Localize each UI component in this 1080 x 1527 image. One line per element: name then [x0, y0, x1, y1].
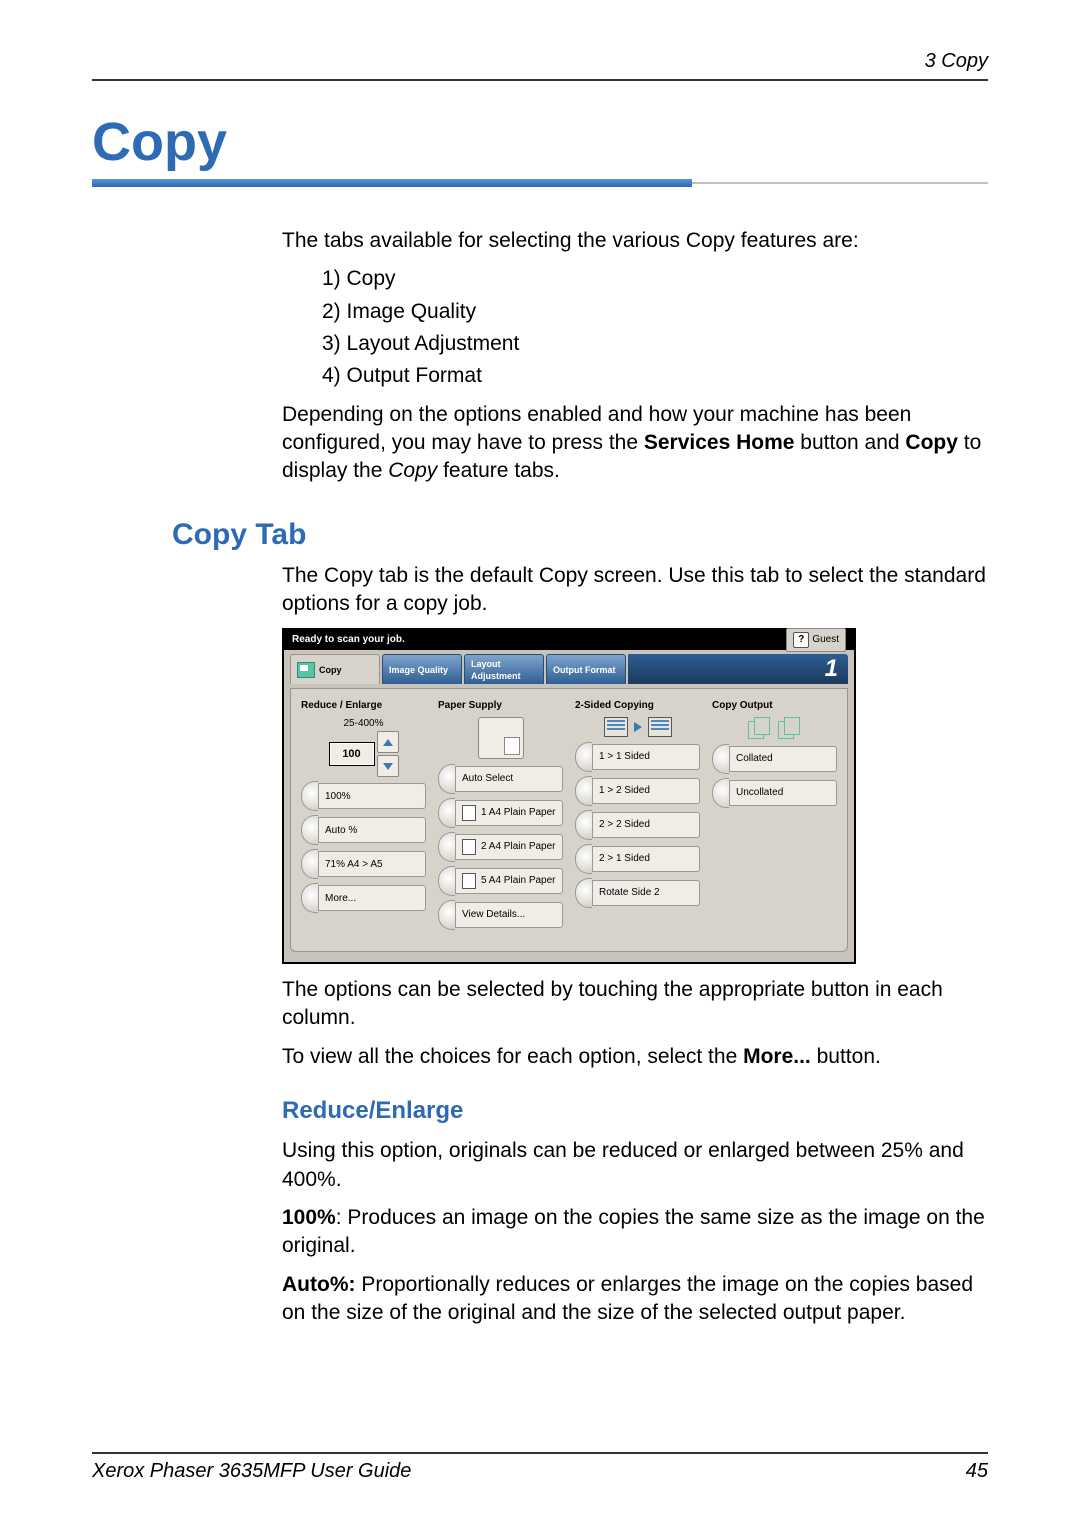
column-two-sided: 2-Sided Copying 1 > 1 Sided 1 > 2 Sided …: [575, 699, 700, 935]
page-footer: Xerox Phaser 3635MFP User Guide 45: [92, 1452, 988, 1483]
subsection-heading-reduce-enlarge: Reduce/Enlarge: [282, 1095, 988, 1127]
reduce-auto-button[interactable]: Auto %: [301, 816, 426, 844]
column-paper-supply: Paper Supply Auto Select 1 A4 Plain Pape…: [438, 699, 563, 935]
device-tabstrip: Copy Image Quality LayoutAdjustment Outp…: [290, 654, 848, 688]
paper-tray2-button[interactable]: 2 A4 Plain Paper: [438, 833, 563, 861]
device-screenshot: Ready to scan your job. ? Guest Copy Ima…: [282, 628, 856, 964]
header-rule: [92, 79, 988, 81]
rotate-side2-button[interactable]: Rotate Side 2: [575, 879, 700, 907]
arrow-right-icon: [634, 722, 642, 732]
chapter-header: 3 Copy: [92, 50, 988, 73]
copy-icon: [297, 662, 315, 678]
stepper-up-button[interactable]: [377, 731, 399, 753]
intro-paragraph: The tabs available for selecting the var…: [282, 227, 988, 255]
paper-icon: [462, 873, 476, 889]
device-statusbar: Ready to scan your job. ? Guest: [284, 630, 854, 650]
two-sided-icon: [575, 717, 700, 737]
chevron-up-icon: [383, 739, 393, 746]
list-item: Layout Adjustment: [347, 332, 520, 355]
output-collated-button[interactable]: Collated: [712, 745, 837, 773]
sided-1-2-button[interactable]: 1 > 2 Sided: [575, 777, 700, 805]
stepper-down-button[interactable]: [377, 755, 399, 777]
list-item: Output Format: [347, 364, 482, 387]
auto-percent-paragraph: Auto%: Proportionally reduces or enlarge…: [282, 1271, 988, 1328]
reduce-71-button[interactable]: 71% A4 > A5: [301, 850, 426, 878]
column-copy-output: Copy Output Collated Uncollated: [712, 699, 837, 935]
chevron-down-icon: [383, 763, 393, 770]
copy-tab-paragraph: The Copy tab is the default Copy screen.…: [282, 562, 988, 619]
column-reduce-enlarge: Reduce / Enlarge 25-400% 100 100% Auto %…: [301, 699, 426, 935]
tab-copy[interactable]: Copy: [290, 654, 380, 684]
list-item: Image Quality: [347, 300, 477, 323]
list-item: Copy: [347, 267, 396, 290]
hundred-percent-paragraph: 100%: Produces an image on the copies th…: [282, 1204, 988, 1261]
tab-ordered-list: 1) Copy 2) Image Quality 3) Layout Adjus…: [322, 265, 988, 390]
more-paragraph: To view all the choices for each option,…: [282, 1043, 988, 1071]
guest-button[interactable]: ? Guest: [786, 628, 846, 652]
page-title: Copy: [92, 111, 988, 173]
help-icon: ?: [793, 632, 809, 648]
reduce-more-button[interactable]: More...: [301, 884, 426, 912]
sided-2-2-button[interactable]: 2 > 2 Sided: [575, 811, 700, 839]
reduce-100-button[interactable]: 100%: [301, 782, 426, 810]
output-icon: [712, 717, 837, 739]
reduce-value-field[interactable]: 100: [329, 742, 375, 766]
tab-layout-adjustment[interactable]: LayoutAdjustment: [464, 654, 544, 684]
output-uncollated-button[interactable]: Uncollated: [712, 779, 837, 807]
tab-output-format[interactable]: Output Format: [546, 654, 626, 684]
footer-page-number: 45: [966, 1460, 988, 1483]
status-text: Ready to scan your job.: [292, 630, 405, 650]
paper-icon: [462, 839, 476, 855]
section-heading-copy-tab: Copy Tab: [172, 518, 988, 552]
paper-tray1-button[interactable]: 1 A4 Plain Paper: [438, 799, 563, 827]
tab-image-quality[interactable]: Image Quality: [382, 654, 462, 684]
sided-2-1-button[interactable]: 2 > 1 Sided: [575, 845, 700, 873]
paper-tray5-button[interactable]: 5 A4 Plain Paper: [438, 867, 563, 895]
paper-tray-icon: [478, 717, 524, 759]
sided-1-1-button[interactable]: 1 > 1 Sided: [575, 743, 700, 771]
reduce-range-label: 25-400%: [301, 717, 426, 731]
title-rule: [92, 179, 988, 187]
depending-paragraph: Depending on the options enabled and how…: [282, 401, 988, 486]
paper-view-details-button[interactable]: View Details...: [438, 901, 563, 929]
reduce-enlarge-paragraph: Using this option, originals can be redu…: [282, 1137, 988, 1194]
footer-book-title: Xerox Phaser 3635MFP User Guide: [92, 1460, 411, 1483]
copy-count-display: 1: [628, 654, 848, 684]
paper-icon: [462, 805, 476, 821]
paper-auto-select-button[interactable]: Auto Select: [438, 765, 563, 793]
after-screenshot-paragraph: The options can be selected by touching …: [282, 976, 988, 1033]
